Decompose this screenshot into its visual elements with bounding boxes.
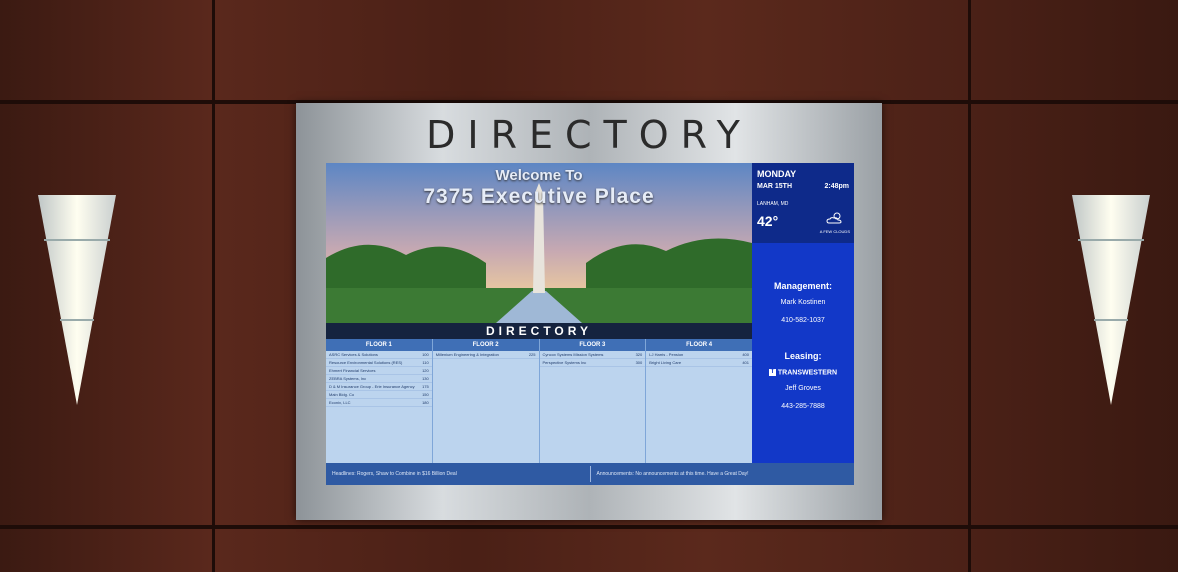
wall-seam (0, 525, 1178, 529)
temperature: 42° (757, 213, 779, 229)
headlines-label: Headlines: (332, 471, 356, 477)
wall-seam (968, 0, 971, 572)
announcements-ticker: Announcements: No announcements at this … (591, 471, 855, 477)
directory-frame: DIRECTORY Welcome To 7375 Executive Plac… (296, 103, 882, 520)
management-name: Mark Kostinen (780, 299, 826, 306)
management-phone: 410-582-1037 (781, 317, 825, 324)
leasing-company-name: TRANSWESTERN (777, 369, 838, 377)
tenant-name: Millenium Engineering & Integration (435, 352, 499, 357)
tenant-row: Bright Living Care 401 (646, 359, 752, 367)
tenant-name: LJ Harris - Pension (649, 352, 684, 357)
tenant-row: LJ Harris - Pension 400 (646, 351, 752, 359)
tenant-suite: 180 (422, 400, 429, 405)
tenant-suite: 400 (742, 352, 749, 357)
tenant-suite: 300 (635, 360, 643, 365)
tenant-name: Cyncox Systems Mission Systems (542, 352, 604, 357)
ticker-bar: Headlines: Rogers, Shaw to Combine in $1… (326, 463, 854, 485)
tenant-suite: 130 (422, 376, 429, 381)
leasing-company: T TRANSWESTERN (752, 369, 854, 376)
time-text: 2:48pm (824, 183, 849, 190)
wall-seam (212, 0, 215, 572)
tenant-suite: 175 (422, 384, 429, 389)
floor-header: FLOOR 3 (539, 339, 646, 351)
tenant-name: Main Bldg. Co (329, 392, 355, 397)
transwestern-logo-icon: T (768, 369, 776, 376)
directory-band: DIRECTORY (326, 323, 752, 339)
location-text: LANHAM, MD (757, 201, 789, 207)
floor-column: FLOOR 3 Cyncox Systems Mission Systems 32… (539, 339, 647, 463)
tenant-row: Resource Environmental Solutions (RES) 11… (326, 359, 432, 367)
tenant-row: Econix, LLC 180 (326, 399, 432, 407)
tenant-row: D & M Insurance Group - Erie Insurance A… (326, 383, 432, 391)
management-label: Management: (773, 281, 832, 291)
tenant-suite: 120 (422, 368, 429, 373)
tenant-suite: 100 (422, 352, 429, 357)
tenant-suite: 401 (742, 360, 749, 365)
tenant-row: Main Bldg. Co 150 (326, 391, 432, 399)
tenant-row: Perspective Systems Inc 300 (539, 359, 646, 367)
tenant-suite: 110 (422, 360, 429, 365)
tenant-name: Perspective Systems Inc (542, 360, 587, 365)
wall-sconce-left (38, 195, 116, 405)
headlines-ticker: Headlines: Rogers, Shaw to Combine in $1… (326, 471, 590, 477)
info-sidebar: MONDAY MAR 15TH 2:48pm LANHAM, MD 42° A … (752, 163, 854, 463)
floor-columns: FLOOR 1 ASRC Services & Solutions 100 Res… (326, 339, 752, 463)
date-weather-box: MONDAY MAR 15TH 2:48pm LANHAM, MD 42° A … (752, 163, 854, 243)
date-text: MAR 15TH (757, 183, 793, 190)
weather-conditions: A FEW CLOUDS (819, 229, 850, 234)
tenant-row: ZEBRA Systems, Inc 130 (326, 375, 432, 383)
directory-screen: Welcome To 7375 Executive Place DIRECTOR… (326, 163, 854, 485)
floor-header: FLOOR 4 (646, 339, 752, 351)
tenant-row: Millenium Engineering & Integration 225 (432, 351, 539, 359)
day-of-week: MONDAY (757, 169, 797, 179)
partly-cloudy-icon (826, 212, 842, 224)
building-address: 7375 Executive Place (423, 185, 655, 208)
tenant-name: ASRC Services & Solutions (329, 352, 378, 357)
leasing-label: Leasing: (784, 351, 822, 361)
tenant-name: Resource Environmental Solutions (RES) (329, 360, 403, 365)
welcome-text: Welcome To (495, 167, 583, 184)
leasing-phone: 443-285-7888 (781, 403, 825, 410)
tenant-name: ZEBRA Systems, Inc (329, 376, 367, 381)
announcements-label: Announcements: (596, 471, 635, 477)
floor-column: FLOOR 1 ASRC Services & Solutions 100 Res… (326, 339, 433, 463)
tenant-suite: 225 (528, 352, 536, 357)
tenant-suite: 320 (635, 352, 643, 357)
floor-header: FLOOR 1 (326, 339, 432, 351)
tenant-name: Bright Living Care (649, 360, 682, 365)
floor-column: FLOOR 4 LJ Harris - Pension 400 Bright Li… (646, 339, 752, 463)
wall-sconce-right (1072, 195, 1150, 405)
hero-image: Welcome To 7375 Executive Place (326, 163, 752, 323)
tenant-name: D & M Insurance Group - Erie Insurance A… (329, 384, 415, 389)
tenant-name: Econix, LLC (329, 400, 351, 405)
tenant-name: Ehmert Financial Services (329, 368, 376, 373)
tenant-row: Cyncox Systems Mission Systems 320 (539, 351, 646, 359)
announcement-text: No announcements at this time. Have a Gr… (635, 471, 749, 477)
floor-column: FLOOR 2 Millenium Engineering & Integrat… (432, 339, 540, 463)
tenant-row: ASRC Services & Solutions 100 (326, 351, 432, 359)
tenant-suite: 150 (422, 392, 429, 397)
leasing-name: Jeff Groves (785, 385, 821, 392)
headline-text: Rogers, Shaw to Combine in $16 Billion D… (357, 471, 457, 477)
floor-header: FLOOR 2 (432, 339, 539, 351)
frame-title: DIRECTORY (426, 113, 752, 157)
tenant-row: Ehmert Financial Services 120 (326, 367, 432, 375)
